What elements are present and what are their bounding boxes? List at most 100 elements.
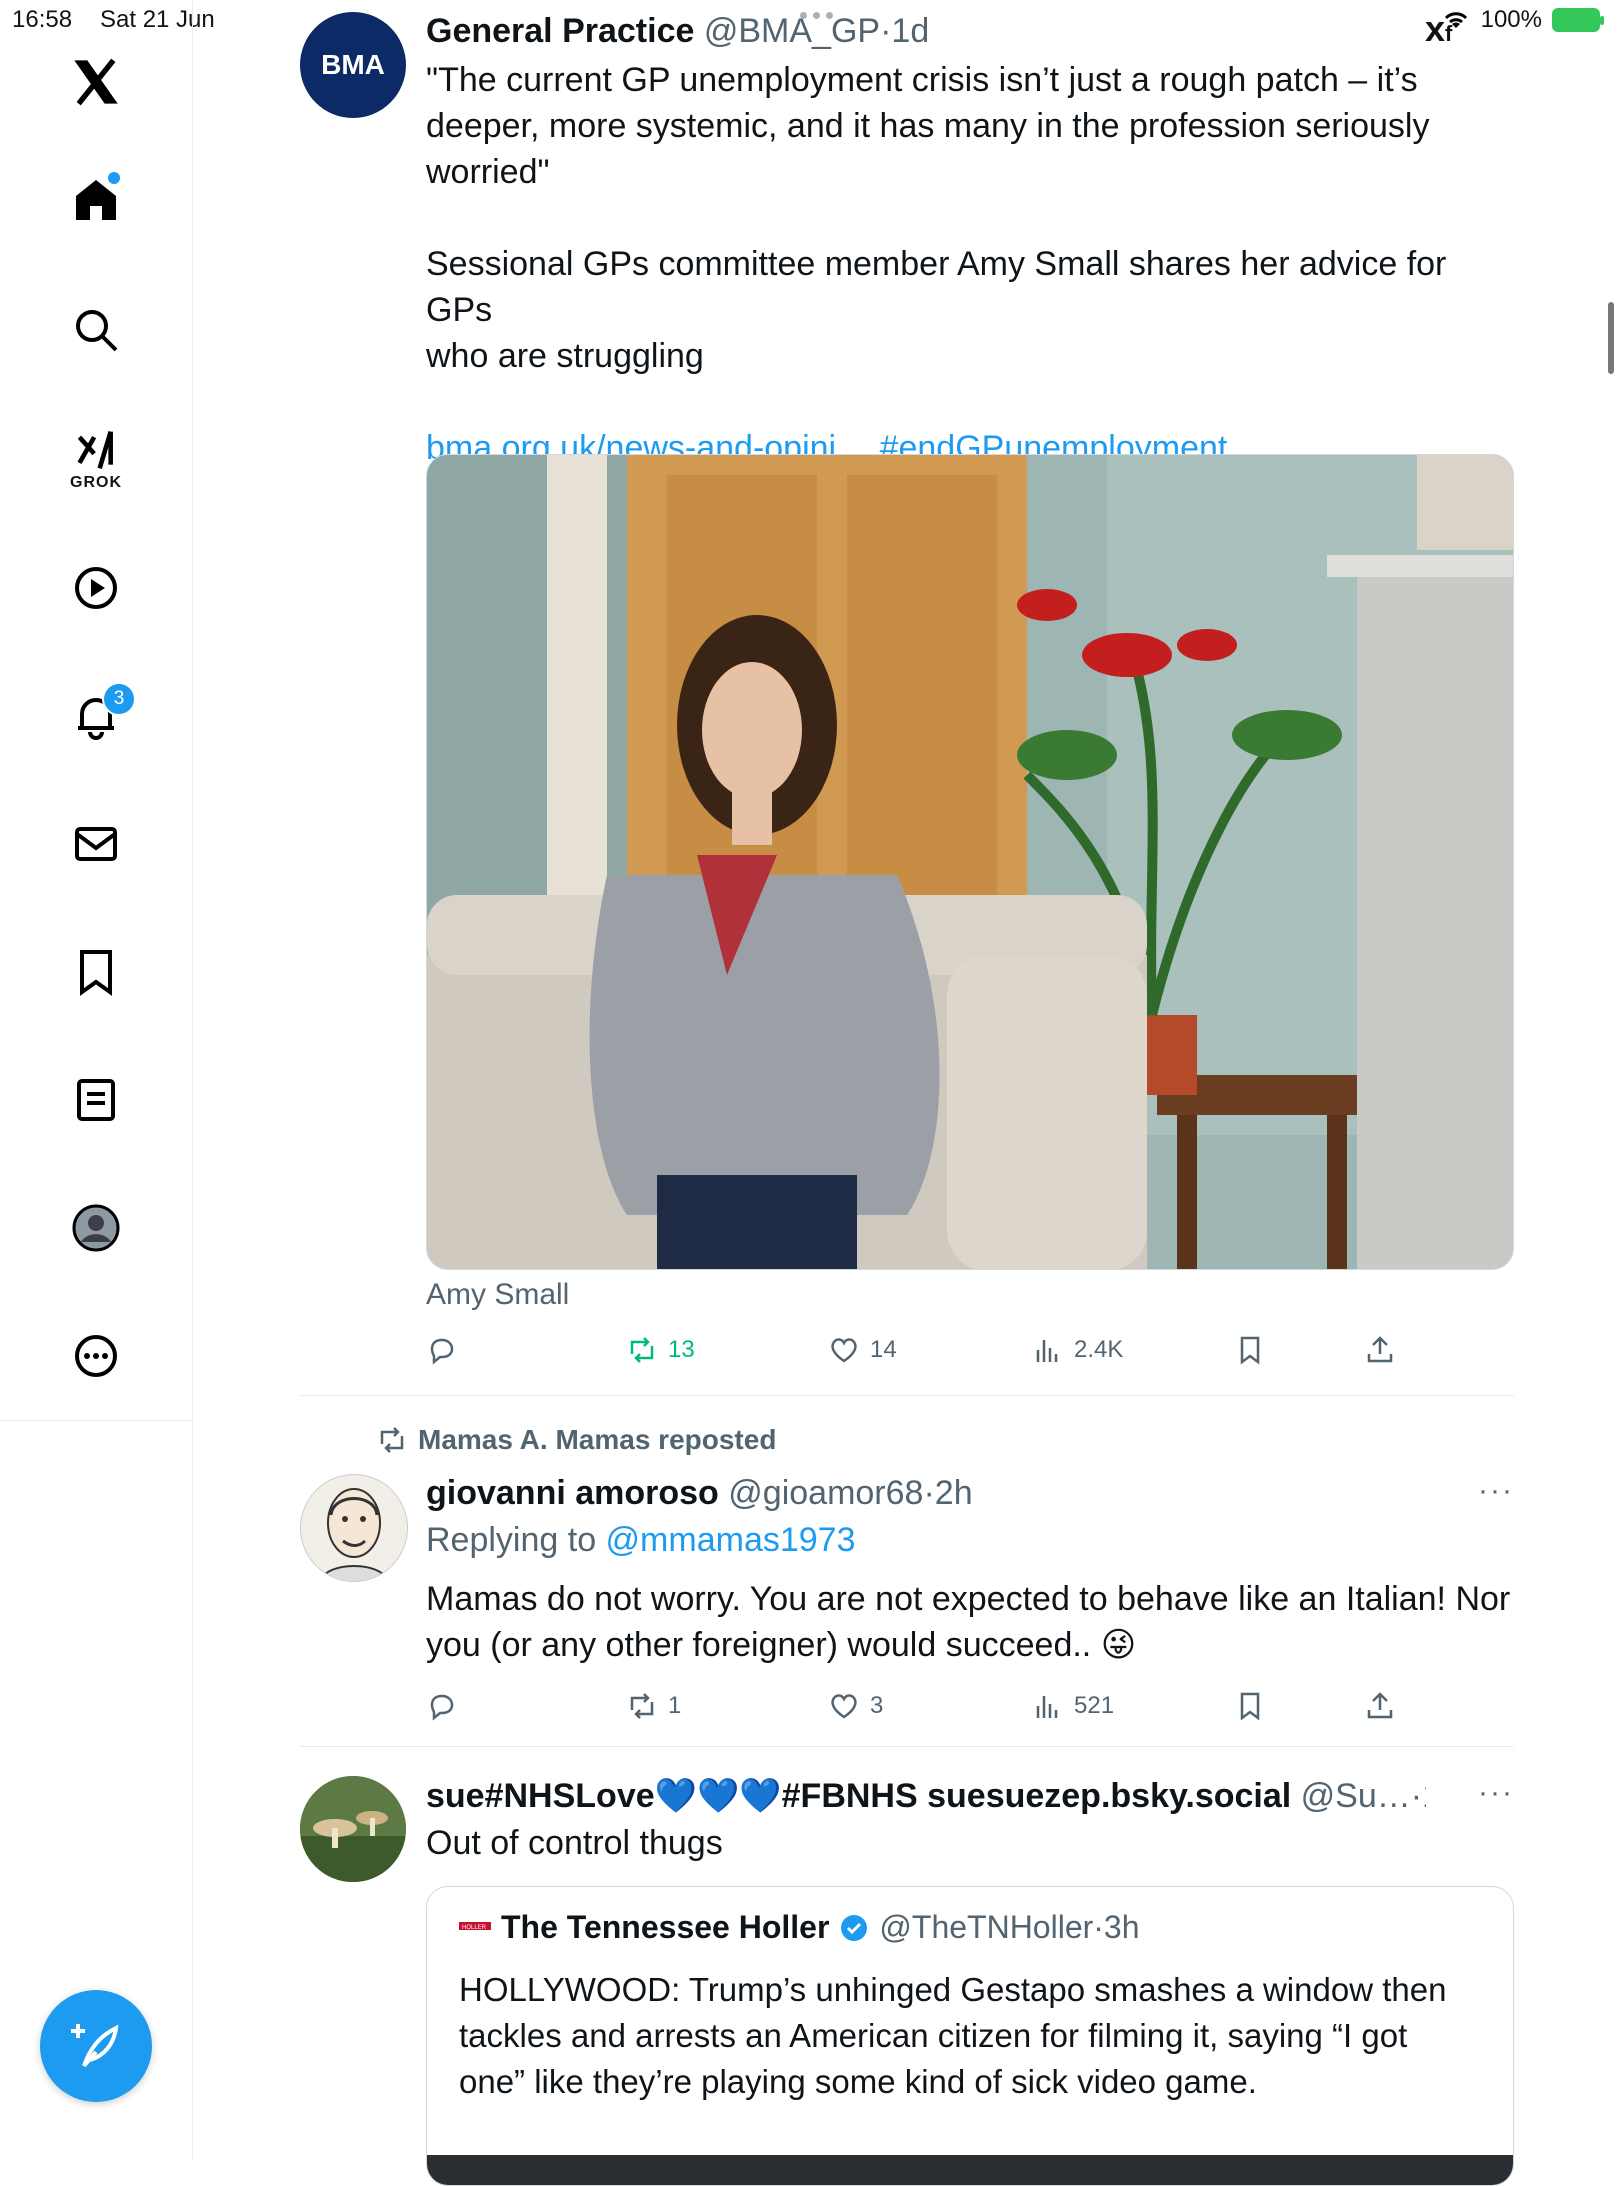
tweet-time[interactable]: 1h — [1422, 1777, 1426, 1815]
author-handle[interactable]: @gioamor68 — [728, 1474, 923, 1512]
like-count: 3 — [870, 1692, 884, 1719]
bookmark-button[interactable] — [1234, 1334, 1266, 1366]
nav-bookmarks[interactable] — [0, 948, 192, 996]
retweet-button[interactable]: 13 — [626, 1334, 695, 1366]
like-button[interactable]: 14 — [828, 1334, 897, 1366]
quote-time: 3h — [1103, 1909, 1140, 1945]
more-icon — [75, 1335, 117, 1377]
share-button[interactable] — [1364, 1334, 1396, 1366]
bookmarks-icon — [80, 950, 112, 996]
view-count: 521 — [1074, 1692, 1115, 1719]
svg-text:HOLLER: HOLLER — [462, 1925, 487, 1931]
tweet-time[interactable]: 1d — [891, 12, 929, 50]
views-button[interactable]: 2.4K — [1032, 1334, 1123, 1366]
divider — [300, 1395, 1514, 1396]
messages-icon — [75, 827, 117, 861]
tweet[interactable]: BMA General Practice @BMA_GP·1d "The cur… — [300, 12, 1514, 1392]
reply-icon — [430, 1338, 454, 1365]
tweet-actions: 13 14 2.4K — [426, 1334, 1514, 1384]
views-button[interactable]: 521 — [1032, 1690, 1114, 1722]
tweet[interactable]: Mamas A. Mamas reposted giovanni amoroso… — [300, 1424, 1514, 1724]
verified-badge-icon — [841, 1914, 868, 1941]
author-handle[interactable]: @Su… — [1301, 1777, 1411, 1815]
video-icon — [75, 567, 117, 609]
more-options-button[interactable]: ··· — [1478, 1474, 1514, 1508]
bookmark-button[interactable] — [1234, 1690, 1266, 1722]
views-icon — [1036, 1696, 1058, 1718]
reply-icon — [430, 1694, 454, 1721]
tweet-text: "The current GP unemployment crisis isn’… — [426, 61, 1447, 467]
divider — [300, 1746, 1514, 1747]
grok-label: GROK — [70, 474, 122, 491]
reply-button[interactable] — [426, 1334, 458, 1366]
author-handle[interactable]: @BMA_GP — [704, 12, 880, 50]
nav-search[interactable] — [0, 306, 192, 354]
notifications-badge: 3 — [102, 682, 136, 716]
compose-icon — [71, 2024, 119, 2068]
quoted-tweet[interactable]: HOLLER The Tennessee Holler @TheTNHoller… — [426, 1886, 1514, 2186]
nav-profile[interactable] — [0, 1204, 192, 1252]
photo-caption: Amy Small — [426, 1278, 570, 1311]
tweet-text: Mamas do not worry. You are not expected… — [426, 1580, 1511, 1664]
x-logo-icon — [74, 58, 118, 106]
avatar[interactable]: BMA — [300, 12, 406, 118]
tweet-time[interactable]: 2h — [935, 1474, 973, 1512]
heart-icon — [831, 1694, 857, 1719]
compose-button[interactable] — [40, 1990, 152, 2102]
bookmark-icon — [1240, 1692, 1260, 1721]
tweet-photo[interactable] — [426, 454, 1514, 1270]
author-name[interactable]: giovanni amoroso — [426, 1474, 719, 1512]
replying-to: Replying to @mmamas1973 — [426, 1521, 856, 1559]
x-logo-link[interactable] — [0, 56, 192, 108]
photo-image — [427, 455, 1513, 1269]
quote-header: HOLLER The Tennessee Holler @TheTNHoller… — [459, 1909, 1140, 1946]
views-icon — [1036, 1340, 1058, 1362]
scroll-indicator[interactable] — [1608, 302, 1614, 374]
lists-icon — [77, 1079, 115, 1121]
quote-author-name[interactable]: The Tennessee Holler — [501, 1909, 829, 1946]
nav-notifications[interactable]: 3 — [0, 682, 192, 745]
replying-to-link[interactable]: @mmamas1973 — [606, 1521, 856, 1559]
repost-label[interactable]: Mamas A. Mamas reposted — [418, 1424, 776, 1456]
grok-icon — [77, 431, 113, 469]
search-icon — [76, 310, 118, 352]
nav-lists[interactable] — [0, 1076, 192, 1124]
sidebar: GROK 3 — [0, 0, 193, 2160]
battery-icon — [1552, 8, 1604, 32]
avatar[interactable] — [300, 1474, 408, 1582]
retweet-count: 1 — [668, 1692, 682, 1719]
nav-home[interactable] — [0, 172, 192, 229]
avatar[interactable] — [300, 1776, 406, 1882]
retweet-icon — [380, 1427, 404, 1453]
profile-icon — [72, 1204, 120, 1252]
share-icon — [1367, 1336, 1393, 1363]
tweet-header: sue#NHSLove💙💙💙#FBNHS suesuezep.bsky.soci… — [426, 1776, 1426, 1816]
like-count: 14 — [870, 1336, 897, 1363]
nav-video[interactable] — [0, 564, 192, 612]
mushroom-image — [300, 1776, 406, 1882]
nav-more[interactable] — [0, 1332, 192, 1380]
author-name[interactable]: sue#NHSLove💙💙💙#FBNHS suesuezep.bsky.soci… — [426, 1777, 1291, 1815]
avatar-text: BMA — [321, 49, 385, 80]
tweet-header: giovanni amoroso @gioamor68·2h — [426, 1474, 973, 1512]
tweet-text: Out of control thugs — [426, 1824, 723, 1862]
bookmark-icon — [1240, 1336, 1260, 1365]
reply-button[interactable] — [426, 1690, 458, 1722]
caricature-image — [320, 1488, 388, 1581]
home-notification-dot — [108, 172, 120, 184]
retweet-icon — [630, 1337, 654, 1363]
view-count: 2.4K — [1074, 1336, 1124, 1363]
quote-text: HOLLYWOOD: Trump’s unhinged Gestapo smas… — [459, 1971, 1447, 2100]
share-button[interactable] — [1364, 1690, 1396, 1722]
retweet-count: 13 — [668, 1336, 695, 1363]
author-name[interactable]: General Practice — [426, 12, 694, 50]
nav-grok[interactable]: GROK — [0, 428, 192, 492]
more-options-button[interactable]: ··· — [1478, 1776, 1514, 1810]
nav-messages[interactable] — [0, 820, 192, 868]
like-button[interactable]: 3 — [828, 1690, 883, 1722]
quote-author-handle[interactable]: @TheTNHoller — [879, 1909, 1093, 1945]
retweet-icon — [630, 1693, 654, 1719]
retweet-button[interactable]: 1 — [626, 1690, 681, 1722]
repost-indicator: Mamas A. Mamas reposted — [376, 1424, 1514, 1456]
share-icon — [1367, 1692, 1393, 1719]
